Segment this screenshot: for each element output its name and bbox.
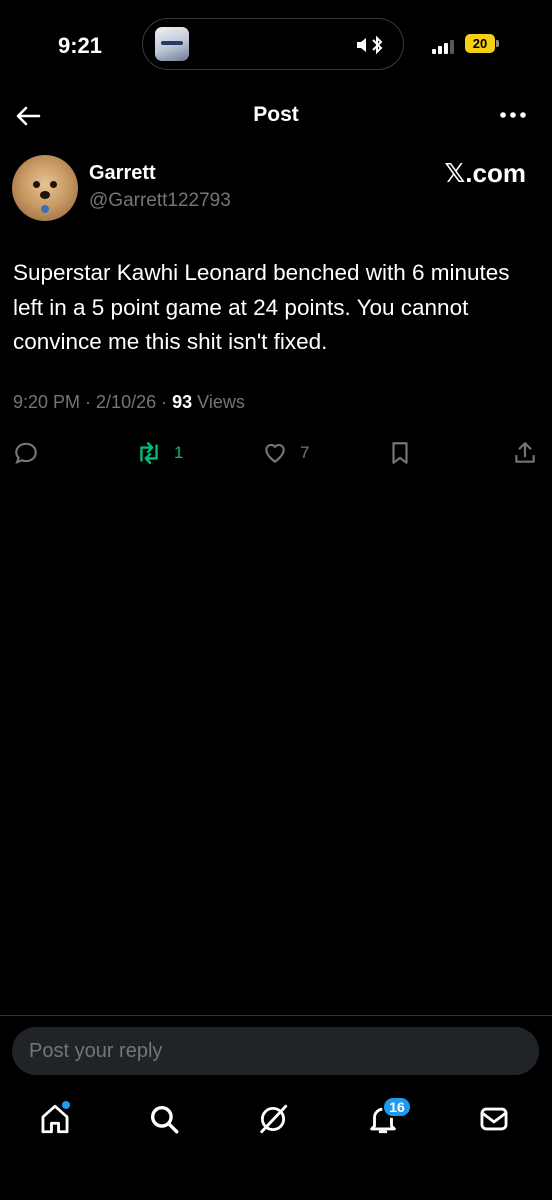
tab-search[interactable] — [147, 1102, 183, 1138]
status-bar: 9:21 20 — [0, 0, 552, 92]
repost-count: 1 — [174, 443, 184, 462]
source-logo: 𝕏.com — [444, 158, 526, 188]
views-label: Views — [192, 392, 245, 412]
post-meta: 9:20 PM · 2/10/26 · 93 Views — [13, 392, 245, 413]
grok-icon — [260, 1104, 288, 1134]
like-button[interactable]: 7 — [262, 434, 309, 472]
share-button[interactable] — [512, 434, 538, 472]
bookmark-icon — [392, 442, 408, 464]
reply-button[interactable] — [13, 434, 39, 472]
author-avatar[interactable] — [12, 155, 78, 221]
notifications-badge: 16 — [382, 1096, 412, 1118]
messages-icon — [480, 1107, 508, 1131]
signal-icon — [432, 38, 458, 54]
meta-separator: · — [80, 392, 97, 412]
post-time: 9:20 PM — [13, 392, 81, 412]
author-name[interactable]: Garrett — [89, 162, 156, 185]
bookmark-button[interactable] — [387, 434, 413, 472]
share-icon — [515, 442, 535, 463]
search-icon — [150, 1105, 179, 1134]
battery-indicator: 20 — [465, 34, 499, 53]
more-options-icon[interactable] — [498, 105, 528, 125]
reply-input[interactable]: Post your reply — [12, 1027, 539, 1075]
dynamic-island[interactable] — [142, 18, 404, 70]
like-count: 7 — [300, 443, 310, 462]
post-date: 2/10/26 — [96, 392, 157, 412]
now-playing-artwork — [155, 27, 189, 61]
tab-notifications[interactable]: 16 — [366, 1096, 412, 1138]
views-count[interactable]: 93 — [172, 392, 192, 412]
repost-icon — [140, 442, 158, 464]
author-handle[interactable]: @Garrett122793 — [89, 190, 231, 212]
post-actions: 1 7 — [0, 434, 552, 472]
heart-icon — [265, 443, 285, 463]
home-unread-dot — [62, 1101, 70, 1109]
repost-button[interactable]: 1 — [136, 434, 183, 472]
page-title: Post — [253, 103, 299, 126]
post-text: Superstar Kawhi Leonard benched with 6 m… — [13, 260, 510, 354]
post-header: Post — [0, 92, 552, 140]
bluetooth-audio-icon — [357, 35, 383, 55]
tab-messages[interactable] — [477, 1102, 513, 1138]
divider — [0, 1015, 552, 1016]
meta-separator: · — [156, 392, 173, 412]
reply-icon — [15, 442, 37, 465]
tab-bar: 16 — [0, 1092, 552, 1152]
tab-grok[interactable] — [256, 1102, 292, 1138]
status-time: 9:21 — [58, 33, 103, 58]
tab-home[interactable] — [38, 1101, 74, 1138]
